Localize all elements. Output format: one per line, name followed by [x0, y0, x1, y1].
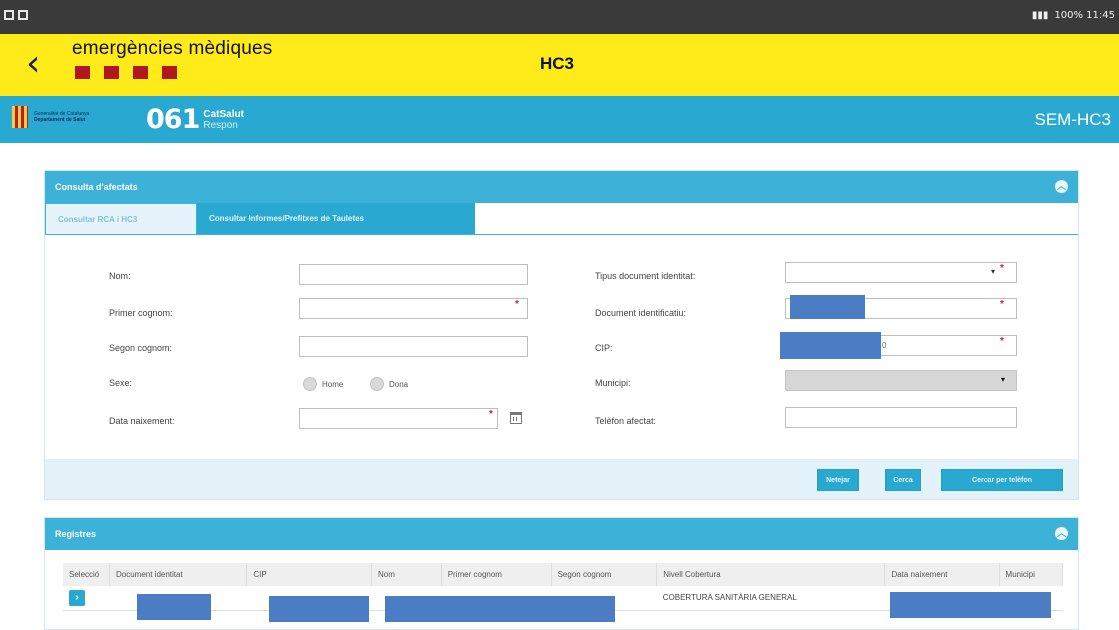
col-nom: Nom [371, 563, 442, 586]
brand-name: emergències mèdiques [72, 38, 273, 59]
redacted-block [385, 596, 615, 622]
col-document: Document identitat [109, 563, 248, 586]
logo-brand: CatSalut [203, 108, 244, 120]
tab-bar: Consultar RCA i HC3 Consultar Informes/P… [45, 203, 1078, 235]
system-label: SEM-HC3 [1034, 110, 1111, 129]
results-panel: Registres ︿ Selecció Document identitat … [44, 517, 1079, 630]
radio-home[interactable] [303, 377, 317, 391]
table-header-row: Selecció Document identitat CIP Nom Prim… [63, 563, 1064, 586]
results-panel-title: Registres [55, 529, 97, 539]
select-row-button[interactable]: › [69, 589, 85, 606]
col-seleccio: Selecció [63, 563, 110, 586]
redacted-block [790, 295, 865, 319]
search-by-phone-button[interactable]: Cercar per telèfon [941, 469, 1063, 491]
radio-home-label: Home [322, 380, 344, 389]
col-nivell-cobertura: Nivell Cobertura [656, 563, 886, 586]
segon-cognom-input[interactable] [299, 336, 528, 357]
required-marker: * [1000, 299, 1004, 310]
page-title: HC3 [540, 54, 575, 73]
required-marker: * [515, 299, 519, 310]
screen-icon [18, 10, 28, 20]
tipus-document-label: Tipus document identitat: [595, 271, 696, 281]
status-right-text: 100% 11:45 [1054, 10, 1115, 21]
nom-label: Nom: [109, 271, 131, 281]
search-panel-title: Consulta d'afectats [55, 182, 138, 192]
nom-input[interactable] [299, 264, 528, 285]
primer-cognom-label: Primer cognom: [109, 308, 173, 318]
required-marker: * [489, 409, 493, 420]
redacted-block [137, 594, 211, 620]
chevron-down-icon: ▾ [1001, 375, 1006, 384]
brand-logo: emergències mèdiques [72, 38, 272, 79]
sub-header: Generalitat de Catalunya Departament de … [0, 96, 1119, 143]
back-icon[interactable]: ‹ [26, 46, 50, 82]
chevron-down-icon: ▾ [991, 267, 996, 276]
cip-label: CIP: [595, 343, 613, 353]
search-button[interactable]: Cerca [885, 469, 921, 491]
flag-icon [12, 106, 28, 128]
collapse-icon[interactable]: ︿ [1055, 527, 1068, 540]
search-panel-header: Consulta d'afectats ︿ [45, 171, 1078, 203]
search-panel: Consulta d'afectats ︿ Consultar RCA i HC… [44, 170, 1079, 500]
tipus-document-select[interactable] [785, 262, 1017, 283]
municipi-label: Municipi: [595, 378, 631, 388]
nivell-cobertura-cell: COBERTURA SANITÀRIA GENERAL [656, 586, 885, 611]
signal-icon: ▮▮▮ [1031, 10, 1049, 21]
primer-cognom-input[interactable] [299, 298, 528, 319]
radio-dona[interactable] [370, 377, 384, 391]
calendar-icon[interactable] [510, 412, 522, 424]
cip-value: 0 [882, 341, 887, 350]
document-label: Document identificatiu: [595, 308, 687, 318]
municipi-select[interactable] [785, 370, 1017, 391]
tab-consultar-informes[interactable]: Consultar Informes/Prefitxes de Tauletes [197, 203, 475, 234]
sexe-label: Sexe: [109, 378, 133, 388]
logo-number: 061 [146, 104, 200, 135]
status-bar: ▮▮▮ 100% 11:45 [0, 0, 1119, 34]
redacted-block [269, 596, 369, 622]
brand-squares [75, 66, 272, 79]
generalitat-logo: Generalitat de Catalunya Departament de … [12, 106, 124, 128]
search-panel-footer: Netejar Cerca Cercar per telèfon [45, 459, 1078, 499]
required-marker: * [1000, 263, 1004, 274]
col-segon-cognom: Segon cognom [551, 563, 658, 586]
redacted-block [890, 592, 1051, 618]
segon-cognom-label: Segon cognom: [109, 343, 173, 353]
data-naixement-label: Data naixement: [109, 416, 175, 426]
app-header: ‹ emergències mèdiques HC3 [0, 34, 1119, 96]
clear-button[interactable]: Netejar [817, 469, 859, 491]
col-primer-cognom: Primer cognom [441, 563, 552, 586]
col-cip: CIP [246, 563, 372, 586]
required-marker: * [1000, 336, 1004, 347]
gov-line-2: Departament de Salut [34, 117, 86, 123]
collapse-icon[interactable]: ︿ [1055, 180, 1068, 193]
catsalut-logo: 061 CatSalut Respon [146, 104, 244, 135]
col-data-naixement: Data naixement [884, 563, 1000, 586]
radio-dona-label: Dona [389, 380, 409, 389]
logo-sub: Respon [203, 119, 238, 131]
col-municipi: Municipi [999, 563, 1064, 586]
window-icon [4, 10, 14, 20]
tab-consultar-rca[interactable]: Consultar RCA i HC3 [45, 203, 197, 234]
results-panel-header: Registres ︿ [45, 518, 1078, 550]
telefon-input[interactable] [785, 407, 1017, 428]
telefon-label: Telèfon afectat: [595, 416, 657, 426]
data-naixement-input[interactable] [299, 408, 498, 429]
redacted-block [780, 332, 881, 359]
